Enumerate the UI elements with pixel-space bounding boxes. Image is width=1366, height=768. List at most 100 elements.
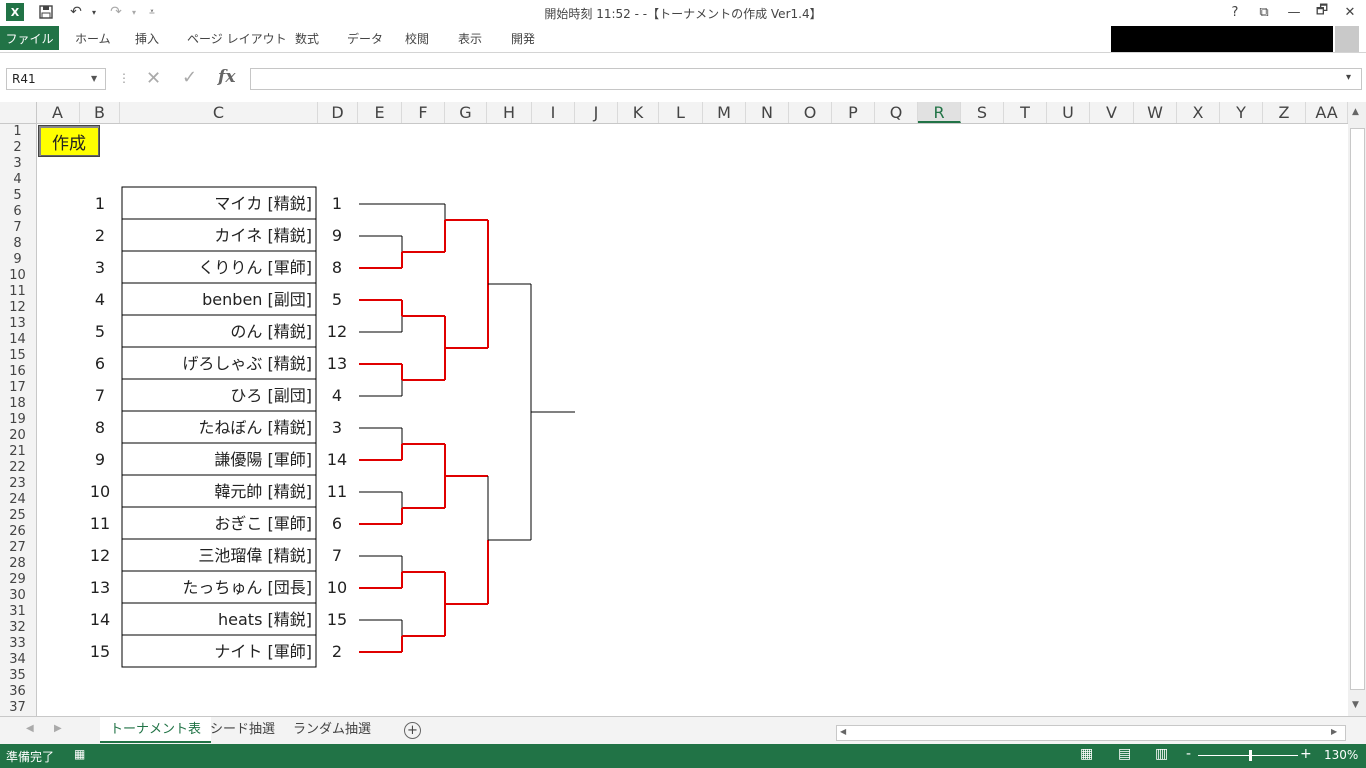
row-header-5[interactable]: 5 [0,188,35,204]
column-header-t[interactable]: T [1004,102,1047,123]
row-header-1[interactable]: 1 [0,124,35,140]
tab-formulas[interactable]: 数式 [295,30,319,47]
tab-page-layout[interactable]: ページ レイアウト [187,30,287,47]
cancel-icon[interactable]: ✕ [146,68,161,89]
column-header-e[interactable]: E [358,102,402,123]
sheet-tab-random[interactable]: ランダム抽選 [283,717,381,743]
zoom-slider[interactable] [1198,755,1298,756]
row-header-29[interactable]: 29 [0,572,35,588]
horizontal-scrollbar[interactable]: ◀ ▶ [836,725,1346,741]
row-header-23[interactable]: 23 [0,476,35,492]
row-header-27[interactable]: 27 [0,540,35,556]
tab-file[interactable]: ファイル [0,26,59,50]
add-sheet-icon[interactable]: + [404,722,421,739]
row-header-9[interactable]: 9 [0,252,35,268]
formula-input[interactable] [250,68,1362,90]
row-header-32[interactable]: 32 [0,620,35,636]
row-header-13[interactable]: 13 [0,316,35,332]
column-header-l[interactable]: L [659,102,703,123]
column-header-y[interactable]: Y [1220,102,1263,123]
scroll-left-icon[interactable]: ◀ [840,727,846,736]
sheet-tab-seed[interactable]: シード抽選 [200,717,285,743]
row-header-16[interactable]: 16 [0,364,35,380]
row-header-20[interactable]: 20 [0,428,35,444]
row-header-21[interactable]: 21 [0,444,35,460]
row-header-15[interactable]: 15 [0,348,35,364]
column-header-x[interactable]: X [1177,102,1220,123]
column-header-d[interactable]: D [318,102,358,123]
column-header-aa[interactable]: AA [1306,102,1348,123]
row-header-36[interactable]: 36 [0,684,35,700]
row-header-19[interactable]: 19 [0,412,35,428]
column-header-q[interactable]: Q [875,102,918,123]
column-header-i[interactable]: I [532,102,575,123]
row-header-33[interactable]: 33 [0,636,35,652]
cell-grid[interactable]: 1 マイカ [精鋭] 1 2 カイネ [精鋭] 9 3 くりりん [軍師] 8 4 benben [… [37,124,1348,716]
row-header-18[interactable]: 18 [0,396,35,412]
row-header-34[interactable]: 34 [0,652,35,668]
column-header-p[interactable]: P [832,102,875,123]
column-header-m[interactable]: M [703,102,746,123]
create-button[interactable]: 作成 [38,125,100,157]
row-header-12[interactable]: 12 [0,300,35,316]
column-header-c[interactable]: C [120,102,318,123]
ribbon-display-options-icon[interactable]: ⧉ [1251,2,1277,22]
row-header-31[interactable]: 31 [0,604,35,620]
tab-review[interactable]: 校閲 [405,30,429,47]
scroll-right-icon[interactable]: ▶ [1331,727,1337,736]
row-header-30[interactable]: 30 [0,588,35,604]
scroll-thumb[interactable] [1350,128,1365,690]
expand-formula-bar-icon[interactable]: ▾ [1346,72,1351,83]
row-header-37[interactable]: 37 [0,700,35,716]
column-header-h[interactable]: H [487,102,532,123]
row-header-26[interactable]: 26 [0,524,35,540]
row-header-2[interactable]: 2 [0,140,35,156]
row-header-8[interactable]: 8 [0,236,35,252]
scroll-up-icon[interactable]: ▲ [1352,107,1359,117]
row-header-35[interactable]: 35 [0,668,35,684]
scroll-down-icon[interactable]: ▼ [1352,700,1359,710]
column-header-f[interactable]: F [402,102,445,123]
row-header-10[interactable]: 10 [0,268,35,284]
row-header-28[interactable]: 28 [0,556,35,572]
account-area[interactable] [1111,26,1333,52]
row-header-24[interactable]: 24 [0,492,35,508]
column-header-s[interactable]: S [961,102,1004,123]
sheet-prev-icon[interactable]: ◀ [26,723,34,734]
sheet-next-icon[interactable]: ▶ [54,723,62,734]
row-header-17[interactable]: 17 [0,380,35,396]
vertical-scrollbar[interactable]: ▲ ▼ [1348,102,1366,716]
select-all-corner[interactable] [0,102,37,123]
row-header-11[interactable]: 11 [0,284,35,300]
normal-view-icon[interactable]: ▦ [1080,746,1093,762]
tab-data[interactable]: データ [347,30,383,47]
enter-icon[interactable]: ✓ [182,67,197,88]
column-header-r[interactable]: R [918,102,961,123]
row-header-3[interactable]: 3 [0,156,35,172]
page-break-view-icon[interactable]: ▥ [1155,746,1168,762]
tab-view[interactable]: 表示 [458,30,482,47]
chevron-down-icon[interactable]: ▼ [91,74,97,83]
zoom-level[interactable]: 130% [1324,748,1358,762]
tab-home[interactable]: ホーム [75,30,111,47]
restore-button[interactable]: 🗗 [1309,2,1335,22]
zoom-slider-thumb[interactable] [1249,750,1252,761]
column-header-g[interactable]: G [445,102,487,123]
avatar[interactable] [1335,26,1359,52]
help-button[interactable]: ? [1222,2,1248,22]
minimize-button[interactable]: — [1281,2,1307,22]
tab-developer[interactable]: 開発 [511,30,535,47]
page-layout-view-icon[interactable]: ▤ [1118,746,1131,762]
column-header-v[interactable]: V [1090,102,1134,123]
row-header-6[interactable]: 6 [0,204,35,220]
zoom-in-button[interactable]: + [1300,746,1312,762]
sheet-tab-tournament[interactable]: トーナメント表 [100,717,212,743]
row-header-25[interactable]: 25 [0,508,35,524]
name-box[interactable]: R41 ▼ [6,68,106,90]
zoom-out-button[interactable]: - [1186,746,1191,762]
column-header-j[interactable]: J [575,102,618,123]
column-header-o[interactable]: O [789,102,832,123]
column-header-k[interactable]: K [618,102,659,123]
row-header-22[interactable]: 22 [0,460,35,476]
column-header-b[interactable]: B [80,102,120,123]
